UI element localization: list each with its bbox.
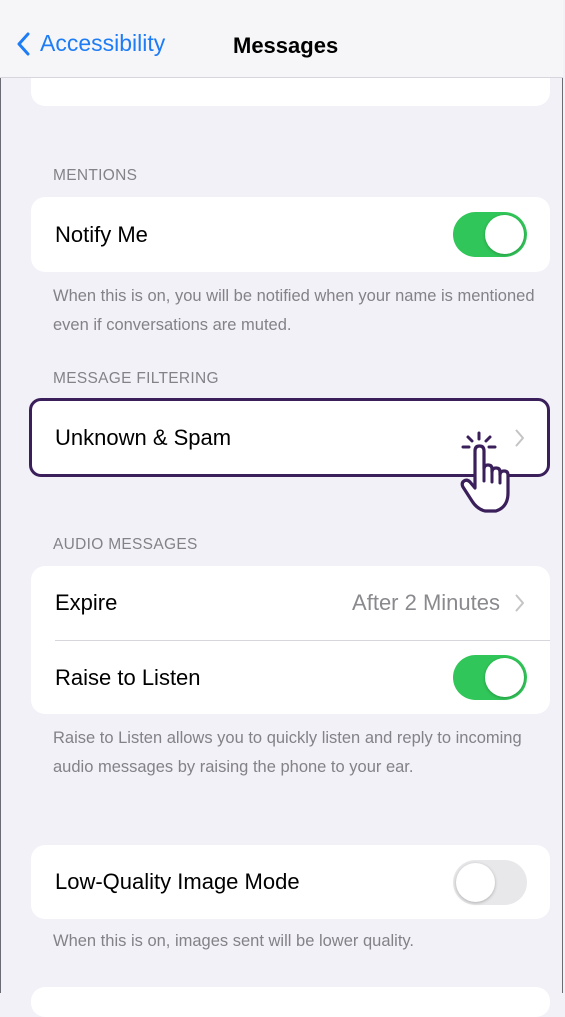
notify-me-toggle[interactable] <box>453 212 527 257</box>
mentions-card: Notify Me <box>31 197 550 272</box>
audio-footer: Raise to Listen allows you to quickly li… <box>53 729 522 776</box>
low-quality-row: Low-Quality Image Mode <box>31 845 550 919</box>
low-quality-label: Low-Quality Image Mode <box>55 869 300 894</box>
audio-card: Expire After 2 Minutes Raise to Listen <box>31 566 550 714</box>
next-card <box>31 987 550 1017</box>
back-label: Accessibility <box>40 30 166 56</box>
toggle-knob <box>456 863 495 902</box>
toggle-knob <box>485 658 524 697</box>
message-filtering-header: MESSAGE FILTERING <box>53 370 219 387</box>
mentions-header: MENTIONS <box>53 167 138 184</box>
raise-to-listen-label: Raise to Listen <box>55 664 201 690</box>
expire-value: After 2 Minutes <box>352 590 500 615</box>
expire-row[interactable]: Expire After 2 Minutes <box>31 566 550 640</box>
navigation-bar: Accessibility Messages <box>0 0 563 78</box>
low-quality-footer: When this is on, images sent will be low… <box>53 932 415 950</box>
notify-me-label: Notify Me <box>55 221 148 247</box>
tap-hand-icon <box>460 431 510 513</box>
raise-to-listen-row: Raise to Listen <box>31 641 550 714</box>
raise-to-listen-toggle[interactable] <box>453 655 527 700</box>
mentions-footer: When this is on, you will be notified wh… <box>53 287 535 334</box>
page-title: Messages <box>233 33 339 58</box>
low-quality-card: Low-Quality Image Mode <box>31 845 550 919</box>
toggle-knob <box>485 215 524 254</box>
back-button[interactable]: Accessibility <box>16 30 165 57</box>
notify-me-row: Notify Me <box>31 197 550 272</box>
audio-messages-header: AUDIO MESSAGES <box>53 536 198 553</box>
low-quality-toggle[interactable] <box>453 860 527 905</box>
chevron-left-icon <box>17 32 30 55</box>
chevron-right-icon <box>515 594 524 612</box>
expire-label: Expire <box>55 590 118 615</box>
